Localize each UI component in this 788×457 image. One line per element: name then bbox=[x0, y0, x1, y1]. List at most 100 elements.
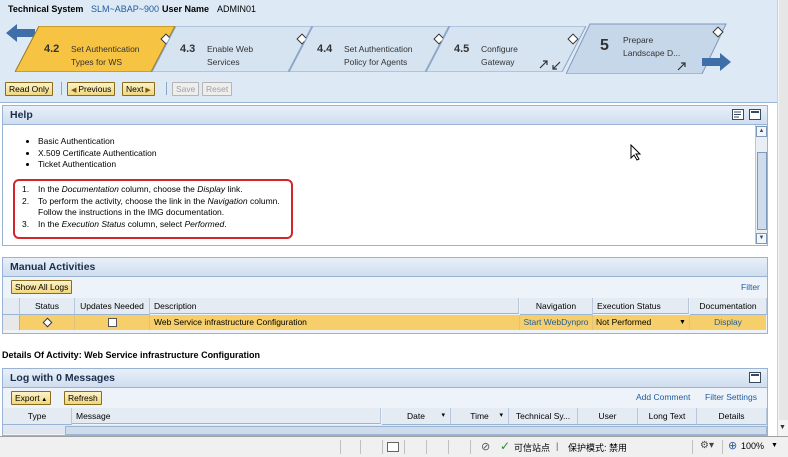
scroll-thumb[interactable] bbox=[779, 0, 788, 420]
log-header: Log with 0 Messages bbox=[3, 369, 767, 388]
scroll-up-icon[interactable]: ▲ bbox=[756, 126, 767, 137]
step-label: Prepare Landscape D... bbox=[623, 35, 681, 58]
refresh-button[interactable]: Refresh bbox=[64, 391, 102, 405]
log-title: Log with 0 Messages bbox=[10, 372, 116, 384]
system-info-bar: Technical System SLM~ABAP~900 User Name … bbox=[0, 0, 781, 20]
scroll-thumb[interactable] bbox=[757, 152, 767, 230]
page-icon bbox=[387, 442, 399, 452]
step-number: 5 bbox=[600, 37, 609, 54]
dropdown-arrow-icon: ▲ bbox=[39, 397, 48, 403]
minimize-icon[interactable] bbox=[749, 372, 761, 383]
manual-activities-title: Manual Activities bbox=[10, 261, 96, 273]
add-comment-link[interactable]: Add Comment bbox=[636, 392, 690, 402]
col-technical-system[interactable]: Technical Sy... bbox=[509, 408, 578, 425]
roadmap-step-4-2[interactable]: 4.2 Set Authentication Types for WS bbox=[15, 26, 175, 72]
security-settings-icon[interactable]: ⚙▾ bbox=[700, 440, 714, 451]
col-time-label: Time bbox=[470, 411, 489, 421]
col-updates-needed[interactable]: Updates Needed bbox=[75, 298, 150, 315]
check-icon: ✓ bbox=[500, 439, 511, 453]
list-item: Basic Authentication bbox=[38, 136, 338, 148]
export-button[interactable]: Export ▲ bbox=[11, 391, 52, 405]
filter-link[interactable]: Filter bbox=[741, 282, 760, 292]
help-header: Help bbox=[3, 106, 767, 125]
privacy-icon[interactable]: ⊘ bbox=[481, 440, 490, 453]
dropdown-arrow-icon[interactable]: ▼ bbox=[679, 315, 686, 330]
col-user[interactable]: User bbox=[578, 408, 638, 425]
page-scrollbar[interactable]: ▼ bbox=[777, 0, 788, 436]
step-label: Set Authentication Policy for Agents bbox=[344, 44, 413, 67]
trusted-site-text: 可信站点 bbox=[514, 443, 551, 453]
updates-needed-checkbox[interactable] bbox=[108, 318, 117, 327]
step-label: Enable Web Services bbox=[207, 44, 254, 67]
col-execution-status[interactable]: Execution Status bbox=[593, 298, 689, 314]
table-row[interactable]: Web Service infrastructure Configuration… bbox=[3, 315, 766, 330]
start-webdynpro-link[interactable]: Start WebDynpro bbox=[520, 315, 593, 330]
details-of-activity-label: Details Of Activity: Web Service infrast… bbox=[2, 350, 261, 360]
filter-icon[interactable]: ▾ bbox=[441, 408, 445, 424]
display-link[interactable]: Display bbox=[690, 315, 766, 330]
step-number: 4.3 bbox=[180, 43, 196, 55]
filter-settings-link[interactable]: Filter Settings bbox=[705, 392, 757, 402]
list-item: X.509 Certificate Authentication bbox=[38, 148, 338, 160]
execution-status-dropdown[interactable]: Not Performed ▼ bbox=[593, 315, 690, 330]
next-label: Next bbox=[126, 84, 144, 94]
col-message[interactable]: Message bbox=[72, 408, 381, 424]
scroll-thumb[interactable] bbox=[65, 426, 767, 435]
roadmap-step-4-5[interactable]: 4.5 Configure Gateway bbox=[426, 26, 586, 72]
show-all-logs-button[interactable]: Show All Logs bbox=[11, 280, 73, 294]
row-selector-header[interactable] bbox=[3, 298, 20, 315]
instruction-step: 2. To perform the activity, choose the li… bbox=[22, 195, 280, 206]
col-time[interactable]: Time ▾ bbox=[451, 408, 509, 425]
triangle-right-icon: ▶ bbox=[143, 87, 151, 94]
next-button[interactable]: Next ▶ bbox=[122, 82, 155, 96]
manual-activities-header: Manual Activities bbox=[3, 258, 767, 277]
collapse-icon[interactable] bbox=[732, 109, 744, 120]
col-status[interactable]: Status bbox=[20, 298, 75, 315]
zoom-dropdown-icon[interactable]: ▼ bbox=[771, 442, 778, 449]
col-documentation[interactable]: Documentation bbox=[690, 298, 767, 315]
read-only-button[interactable]: Read Only bbox=[5, 82, 54, 96]
roadmap-step-4-4[interactable]: 4.4 Set Authentication Policy for Agents bbox=[289, 26, 449, 72]
scroll-down-icon[interactable]: ▼ bbox=[756, 233, 767, 244]
list-item: Ticket Authentication bbox=[38, 159, 338, 171]
step-label: Configure Gateway bbox=[481, 44, 518, 67]
arrow-right-icon[interactable] bbox=[701, 53, 731, 71]
col-navigation[interactable]: Navigation bbox=[520, 298, 593, 315]
roadmap-step-4-3[interactable]: 4.3 Enable Web Services bbox=[152, 26, 312, 72]
user-label: User Name bbox=[162, 4, 210, 14]
horizontal-scrollbar[interactable] bbox=[3, 425, 767, 435]
help-title: Help bbox=[10, 109, 33, 121]
col-description[interactable]: Description bbox=[150, 298, 519, 314]
col-long-text[interactable]: Long Text bbox=[638, 408, 697, 425]
status-diamond-icon bbox=[42, 317, 53, 328]
system-label: Technical System bbox=[8, 4, 84, 14]
step-number: 4.2 bbox=[44, 43, 60, 55]
roadmap: 4.2 Set Authentication Types for WS 4.3 E… bbox=[0, 20, 781, 74]
scroll-down-icon[interactable]: ▼ bbox=[779, 424, 786, 431]
zoom-level[interactable]: 100% bbox=[741, 441, 764, 451]
auth-types-list: Basic Authentication X.509 Certificate A… bbox=[38, 136, 338, 171]
save-button[interactable]: Save bbox=[172, 82, 200, 96]
step-number: 4.4 bbox=[317, 43, 333, 55]
col-details[interactable]: Details bbox=[697, 408, 767, 425]
execution-status-value: Not Performed bbox=[596, 317, 652, 327]
reset-button[interactable]: Reset bbox=[202, 82, 233, 96]
instruction-step: 1. In the Documentation column, choose th… bbox=[22, 184, 243, 194]
help-scrollbar[interactable]: ▲ ▼ bbox=[755, 125, 767, 244]
description-cell: Web Service infrastructure Configuration bbox=[150, 315, 520, 330]
minimize-icon[interactable] bbox=[749, 109, 761, 120]
mouse-cursor-icon bbox=[630, 144, 642, 161]
highlighted-instructions: 1. In the Documentation column, choose th… bbox=[13, 179, 293, 239]
row-selector[interactable] bbox=[3, 315, 20, 330]
previous-button[interactable]: ◀ Previous bbox=[67, 82, 116, 96]
updates-needed-cell bbox=[75, 315, 150, 330]
filter-icon[interactable]: ▾ bbox=[499, 408, 503, 424]
instruction-list: 1. In the Documentation column, choose th… bbox=[22, 184, 292, 230]
instruction-step: 3. In the Execution Status column, select… bbox=[22, 218, 227, 229]
protected-mode-text: 保护模式: 禁用 bbox=[568, 443, 628, 453]
col-date[interactable]: Date ▾ bbox=[382, 408, 451, 425]
col-type[interactable]: Type bbox=[3, 408, 72, 425]
zoom-icon[interactable]: ⊕ bbox=[728, 439, 737, 452]
system-value: SLM~ABAP~900 bbox=[91, 4, 160, 14]
step-label: Set Authentication Types for WS bbox=[71, 44, 140, 67]
